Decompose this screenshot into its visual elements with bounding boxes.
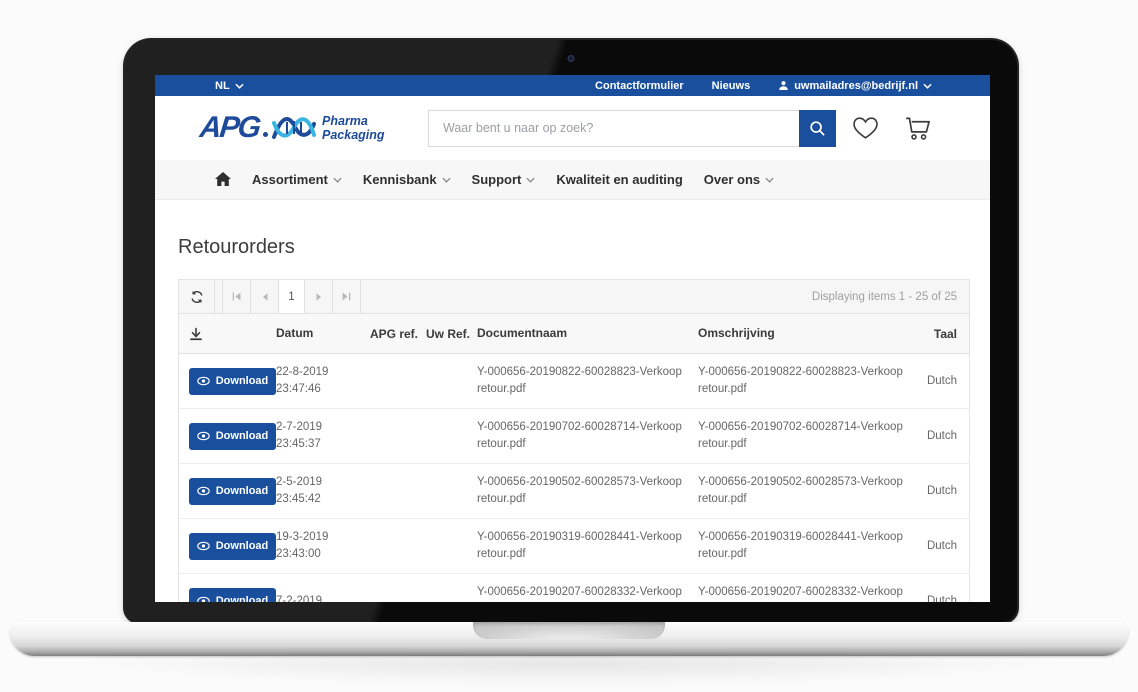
laptop-base	[10, 622, 1128, 656]
home-icon[interactable]	[215, 172, 231, 187]
chevron-down-icon	[526, 177, 535, 183]
cell-omschrijving: Y-000656-20190822-60028823-Verkoop retou…	[698, 364, 926, 398]
laptop-screen: NL Contactformulier Nieuws uwmailadres@b…	[125, 40, 1017, 622]
cell-datum: 7-2-2019	[276, 593, 370, 603]
last-page-button[interactable]	[333, 280, 361, 313]
nav-item-support[interactable]: Support	[472, 172, 536, 187]
logo-dot	[263, 132, 268, 137]
download-button[interactable]: Download	[189, 423, 276, 450]
chevron-down-icon	[765, 177, 774, 183]
cell-documentnaam: Y-000656-20190502-60028573-Verkoop retou…	[477, 474, 698, 508]
laptop-reflection	[24, 658, 1114, 688]
download-column-icon[interactable]	[179, 327, 276, 341]
language-label: NL	[215, 80, 230, 92]
search-icon	[809, 120, 826, 137]
dna-icon	[270, 112, 318, 144]
eye-icon	[197, 486, 210, 496]
nav-item-over-ons[interactable]: Over ons	[704, 172, 774, 187]
cell-datum: 19-3-201923:43:00	[276, 529, 370, 563]
download-button[interactable]: Download	[189, 533, 276, 560]
cell-omschrijving: Y-000656-20190319-60028441-Verkoop retou…	[698, 529, 926, 563]
pagination-status: Displaying items 1 - 25 of 25	[812, 280, 969, 313]
toolbar-spacer	[215, 280, 223, 313]
cell-datum: 2-7-201923:45:37	[276, 419, 370, 453]
eye-icon	[197, 431, 210, 441]
cell-datum: 22-8-201923:47:46	[276, 364, 370, 398]
browser-viewport: NL Contactformulier Nieuws uwmailadres@b…	[155, 75, 990, 602]
eye-icon	[197, 596, 210, 602]
eye-icon	[197, 541, 210, 551]
webcam-icon	[568, 55, 575, 62]
table-row: Download 19-3-201923:43:00 Y-000656-2019…	[179, 519, 969, 574]
table-row: Download 7-2-2019 Y-000656-20190207-6002…	[179, 574, 969, 602]
link-nieuws[interactable]: Nieuws	[712, 80, 751, 92]
chevron-down-icon	[235, 83, 244, 89]
chevron-down-icon	[333, 177, 342, 183]
column-header-omschrijving[interactable]: Omschrijving	[698, 325, 926, 342]
cell-omschrijving: Y-000656-20190502-60028573-Verkoop retou…	[698, 474, 926, 508]
cell-omschrijving: Y-000656-20190702-60028714-Verkoop retou…	[698, 419, 926, 453]
site-header: APG Pharma Packaging	[155, 96, 990, 160]
laptop-base-notch	[473, 622, 665, 639]
cell-documentnaam: Y-000656-20190319-60028441-Verkoop retou…	[477, 529, 698, 563]
cell-taal: Dutch	[926, 375, 969, 387]
table-row: Download 22-8-201923:47:46 Y-000656-2019…	[179, 354, 969, 409]
logo[interactable]: APG Pharma Packaging	[200, 111, 422, 145]
search-button[interactable]	[799, 110, 836, 147]
cell-taal: Dutch	[926, 430, 969, 442]
main-navigation: Assortiment Kennisbank Support Kwaliteit…	[155, 160, 990, 200]
wishlist-heart-icon[interactable]	[852, 116, 879, 140]
search-bar	[428, 110, 836, 147]
column-header-uw-ref[interactable]: Uw Ref.	[426, 327, 477, 341]
page-title: Retourorders	[178, 236, 970, 259]
laptop-mockup: NL Contactformulier Nieuws uwmailadres@b…	[0, 0, 1138, 692]
user-menu[interactable]: uwmailadres@bedrijf.nl	[778, 80, 932, 92]
cell-omschrijving: Y-000656-20190207-60028332-Verkoop retou…	[698, 584, 926, 602]
nav-item-kennisbank[interactable]: Kennisbank	[363, 172, 451, 187]
link-contactformulier[interactable]: Contactformulier	[595, 80, 684, 92]
nav-item-kwaliteit[interactable]: Kwaliteit en auditing	[556, 172, 682, 187]
table-toolbar: 1 Displaying items 1 - 25 of 25	[179, 280, 969, 314]
cart-icon[interactable]	[905, 116, 932, 141]
current-page-number[interactable]: 1	[279, 280, 305, 313]
logo-acronym: APG	[198, 111, 261, 145]
eye-icon	[197, 376, 210, 386]
logo-tagline: Pharma Packaging	[322, 114, 385, 143]
column-header-datum[interactable]: Datum	[276, 325, 370, 342]
column-header-documentnaam[interactable]: Documentnaam	[477, 325, 698, 342]
cell-taal: Dutch	[926, 485, 969, 497]
cell-taal: Dutch	[926, 595, 969, 602]
search-input[interactable]	[428, 110, 799, 147]
refresh-button[interactable]	[179, 280, 215, 313]
next-page-button[interactable]	[305, 280, 333, 313]
nav-item-assortiment[interactable]: Assortiment	[252, 172, 342, 187]
cell-documentnaam: Y-000656-20190207-60028332-Verkoop retou…	[477, 584, 698, 602]
user-email: uwmailadres@bedrijf.nl	[794, 80, 918, 92]
download-button[interactable]: Download	[189, 478, 276, 505]
cell-taal: Dutch	[926, 540, 969, 552]
table-row: Download 2-5-201923:45:42 Y-000656-20190…	[179, 464, 969, 519]
column-header-taal[interactable]: Taal	[926, 327, 969, 341]
retourorders-table: 1 Displaying items 1 - 25 of 25	[178, 279, 970, 602]
page-content: Retourorders 1	[155, 236, 990, 602]
download-button[interactable]: Download	[189, 588, 276, 603]
download-button[interactable]: Download	[189, 368, 276, 395]
cell-documentnaam: Y-000656-20190822-60028823-Verkoop retou…	[477, 364, 698, 398]
cell-datum: 2-5-201923:45:42	[276, 474, 370, 508]
column-header-apg-ref[interactable]: APG ref.	[370, 327, 426, 341]
previous-page-button[interactable]	[251, 280, 279, 313]
language-selector[interactable]: NL	[215, 80, 244, 92]
site-topbar: NL Contactformulier Nieuws uwmailadres@b…	[155, 75, 990, 96]
chevron-down-icon	[442, 177, 451, 183]
user-icon	[778, 80, 789, 91]
cell-documentnaam: Y-000656-20190702-60028714-Verkoop retou…	[477, 419, 698, 453]
chevron-down-icon	[923, 83, 932, 89]
table-row: Download 2-7-201923:45:37 Y-000656-20190…	[179, 409, 969, 464]
first-page-button[interactable]	[223, 280, 251, 313]
table-header-row: Datum APG ref. Uw Ref. Documentnaam Omsc…	[179, 314, 969, 354]
